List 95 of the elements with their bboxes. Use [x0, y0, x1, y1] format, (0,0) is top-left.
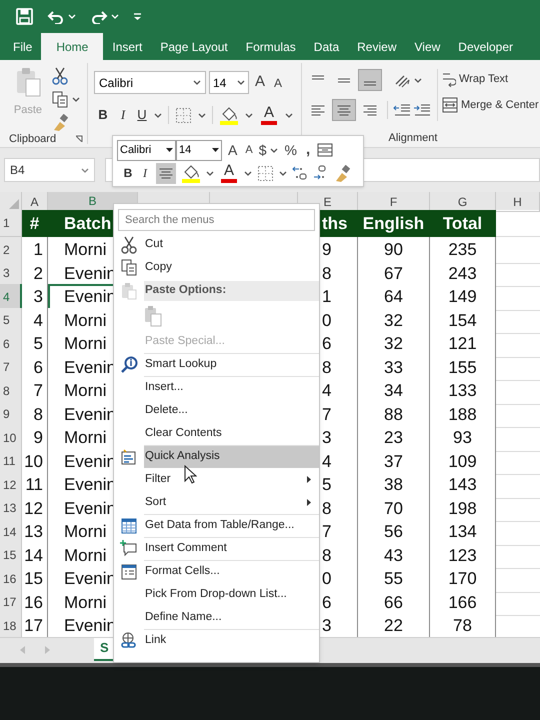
caret-icon[interactable]	[244, 170, 252, 176]
caret-icon[interactable]	[245, 112, 253, 118]
caret-icon[interactable]	[285, 112, 293, 118]
font-size-dropdown[interactable]: 14	[209, 71, 249, 94]
percent-button[interactable]: %	[282, 140, 299, 161]
mouse-pointer-icon	[184, 465, 197, 485]
caret-icon[interactable]	[237, 80, 245, 85]
ribbon-tab[interactable]: Formulas	[236, 33, 305, 60]
submenu-arrow-icon	[307, 499, 311, 506]
table-header-cell: #	[22, 210, 48, 237]
align-center-icon[interactable]	[336, 104, 352, 116]
font-size-dropdown[interactable]: 14	[176, 140, 222, 161]
row-header[interactable]: 1	[0, 210, 22, 237]
paste-icon	[14, 66, 42, 97]
borders-icon[interactable]	[257, 164, 274, 182]
fill-color-icon[interactable]	[219, 105, 239, 125]
wrap-text-button[interactable]: Wrap Text	[442, 71, 539, 88]
menu-section-header: Paste Options:	[145, 282, 226, 298]
borders-icon[interactable]	[175, 106, 192, 124]
menu-item[interactable]: Quick Analysis	[144, 445, 319, 468]
font-name-dropdown[interactable]: Calibri	[117, 140, 176, 161]
font-name-dropdown[interactable]: Calibri	[94, 71, 206, 94]
table-icon	[121, 518, 137, 534]
ribbon-tab[interactable]: Developer	[449, 33, 522, 60]
comment-icon	[120, 540, 138, 557]
ribbon-tab[interactable]: Review	[348, 33, 406, 60]
format-cells-icon	[121, 564, 137, 580]
save-icon[interactable]	[16, 8, 33, 25]
font-color-button[interactable]: A	[259, 105, 279, 125]
caret-icon[interactable]	[279, 170, 287, 176]
shrink-font-button[interactable]: A	[271, 74, 286, 92]
name-box[interactable]: B4	[4, 158, 95, 182]
increase-indent-icon[interactable]	[413, 103, 431, 117]
bold-button[interactable]: B	[122, 164, 134, 182]
format-table-icon[interactable]	[317, 143, 334, 158]
clipboard-icon	[121, 282, 137, 300]
link-icon	[120, 632, 138, 650]
ribbon-tab[interactable]: File	[4, 33, 42, 60]
cut-icon[interactable]	[52, 67, 68, 85]
caret-icon[interactable]	[193, 80, 201, 85]
shrink-font-button[interactable]: A	[243, 142, 255, 158]
table-header-cell: Total	[430, 210, 496, 237]
align-bottom-button[interactable]	[358, 69, 382, 91]
copy-icon[interactable]	[52, 91, 68, 108]
bold-button[interactable]: B	[96, 105, 110, 125]
ribbon-tab[interactable]: View	[406, 33, 450, 60]
font-color-button[interactable]: A	[219, 163, 239, 183]
lookup-icon	[120, 356, 138, 374]
format-painter-icon[interactable]	[334, 164, 350, 182]
caret-icon[interactable]	[206, 170, 214, 176]
fill-color-icon[interactable]	[181, 163, 201, 183]
caret-icon[interactable]	[414, 78, 422, 82]
italic-button[interactable]: I	[139, 164, 151, 182]
menu-item[interactable]: Smart Lookup	[144, 353, 319, 376]
undo-icon[interactable]	[47, 10, 65, 24]
format-painter-icon[interactable]	[52, 114, 68, 131]
copy-icon	[121, 259, 137, 276]
grow-font-button[interactable]: A	[252, 71, 268, 94]
redo-icon[interactable]	[90, 10, 108, 24]
merge-cells-icon[interactable]	[442, 96, 458, 113]
merge-center-button[interactable]: Merge & Center	[442, 96, 539, 113]
customize-toolbar-icon[interactable]	[133, 12, 142, 21]
ribbon-tab[interactable]: Home	[41, 33, 104, 60]
submenu-arrow-icon	[307, 476, 311, 483]
align-right-icon[interactable]	[362, 104, 378, 116]
align-center-icon[interactable]	[158, 166, 174, 180]
table-header-cell: English	[358, 210, 430, 237]
increase-decimal-icon[interactable]	[292, 165, 308, 181]
comma-style-button[interactable]: ,	[302, 139, 314, 162]
caret-icon[interactable]	[198, 112, 206, 118]
cut-icon	[121, 236, 137, 254]
ribbon-tab[interactable]: Page Layout	[151, 33, 237, 60]
align-center-button[interactable]	[332, 99, 356, 121]
menu-item[interactable]: Get Data from Table/Range...	[144, 514, 319, 537]
dialog-launcher-icon[interactable]	[75, 135, 83, 144]
caret-icon[interactable]	[154, 112, 162, 118]
caret-icon[interactable]	[72, 97, 80, 102]
group-label: Clipboard	[9, 132, 56, 147]
center-align-button[interactable]	[156, 162, 176, 184]
menu-item[interactable]: Insert Comment	[144, 537, 319, 560]
sheet-tab[interactable]: S	[94, 638, 115, 660]
quick-analysis-icon	[121, 448, 137, 464]
align-left-icon[interactable]	[310, 104, 326, 116]
caret-icon[interactable]	[270, 148, 278, 153]
decrease-indent-icon[interactable]	[393, 103, 411, 117]
ribbon-tab[interactable]: Insert	[103, 33, 152, 60]
search-field[interactable]: Search the menus	[118, 209, 315, 231]
ribbon-tab[interactable]: Data	[304, 33, 348, 60]
underline-button[interactable]: U	[136, 105, 148, 125]
column-header[interactable]: H	[496, 192, 540, 212]
italic-button[interactable]: I	[116, 105, 130, 125]
currency-button[interactable]: $	[258, 140, 266, 161]
group-label: Alignment	[388, 131, 438, 146]
wrap-text-icon[interactable]	[442, 71, 456, 88]
grow-font-button[interactable]: A	[226, 140, 240, 161]
